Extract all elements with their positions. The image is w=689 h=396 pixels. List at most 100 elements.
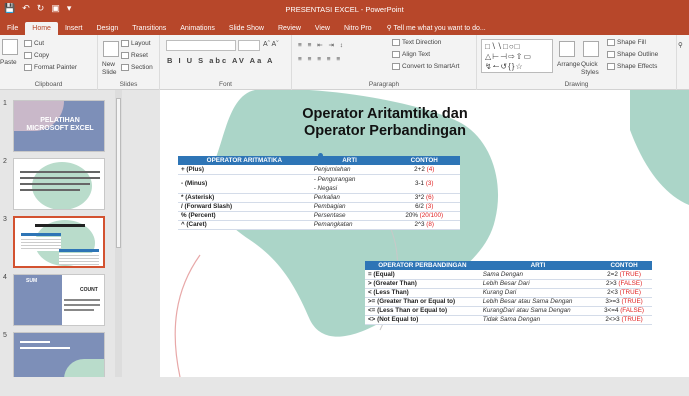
layout-button[interactable]: Layout: [121, 40, 151, 47]
paragraph-group: ≡ ≡ ⇤ ⇥ ↕ ≡ ≡ ≡ ≡ ≡ Text Direction Align…: [292, 35, 477, 90]
shape-effects-button[interactable]: Shape Effects: [607, 63, 657, 70]
slide-thumbnail-2[interactable]: [13, 158, 105, 210]
shapes-gallery[interactable]: □∖∖□○□ △⊢⊣⇨⇧▭ ↯↼↺{}☆: [481, 39, 553, 73]
copy-button[interactable]: Copy: [24, 52, 49, 59]
shape-outline-button[interactable]: Shape Outline: [607, 51, 658, 58]
example-cell: 2>3 (FALSE): [596, 279, 652, 289]
thumb-text-line: [20, 183, 90, 185]
meaning-cell: Tidak Sama Dengan: [479, 315, 597, 325]
list-buttons[interactable]: ≡ ≡ ⇤ ⇥ ↕: [298, 41, 345, 49]
font-size-select[interactable]: [238, 40, 260, 51]
example-cell: 2=2 (TRUE): [596, 270, 652, 280]
tab-nitro-pro[interactable]: Nitro Pro: [337, 22, 379, 35]
status-bar: [0, 377, 689, 396]
format-painter-button[interactable]: Format Painter: [24, 64, 77, 71]
tab-home[interactable]: Home: [25, 22, 58, 35]
font-size-buttons[interactable]: Aˆ Aˇ: [263, 41, 279, 48]
example-expression: 3-1: [414, 180, 426, 187]
drawing-label: Drawing: [564, 81, 589, 88]
table-row: - (Minus) - Pengurangan - Negasi 3-1 (3): [178, 174, 460, 194]
fill-icon: [607, 39, 615, 46]
operator-cell: % (Percent): [178, 211, 311, 221]
operator-cell: > (Greater Than): [365, 279, 480, 289]
example-result: (TRUE): [619, 270, 641, 278]
thumb-table-header: [59, 249, 99, 252]
slide-thumbnail-1[interactable]: PELATIHAN MICROSOFT EXCEL: [13, 100, 105, 152]
editing-group: ⚲: [677, 35, 689, 90]
reset-icon: [121, 52, 129, 59]
operator-cell: - (Minus): [178, 174, 311, 194]
example-expression: 2<>3: [605, 316, 622, 323]
tab-slide-show[interactable]: Slide Show: [222, 22, 271, 35]
tab-animations[interactable]: Animations: [173, 22, 222, 35]
font-name-select[interactable]: [166, 40, 236, 51]
thumb-text-line: [20, 177, 100, 179]
table-row: <= (Less Than or Equal to) KurangDari at…: [365, 306, 652, 316]
meaning-cell: Pemangkatan: [310, 220, 389, 230]
quick-styles-icon[interactable]: [583, 41, 599, 57]
tab-review[interactable]: Review: [271, 22, 308, 35]
operator-cell: + (Plus): [178, 165, 311, 175]
section-button[interactable]: Section: [121, 64, 153, 71]
header-operator: OPERATOR ARITMATIKA: [178, 156, 311, 165]
slide-title[interactable]: Operator Aritamtika dan Operator Perband…: [275, 106, 495, 140]
thumbnail-scrollbar[interactable]: [115, 90, 122, 396]
example-expression: 3*2: [414, 194, 426, 201]
tab-file[interactable]: File: [0, 22, 25, 35]
text-direction-button[interactable]: Text Direction: [392, 39, 441, 46]
thumb-text-line: [64, 299, 100, 301]
pink-arc-shape: [174, 254, 201, 377]
header-meaning: ARTI: [479, 261, 597, 270]
new-slide-button[interactable]: New Slide: [102, 61, 122, 77]
meaning-line: - Negasi: [313, 184, 338, 192]
arrange-button[interactable]: Arrange: [557, 61, 580, 68]
tab-view[interactable]: View: [308, 22, 337, 35]
arrange-icon[interactable]: [559, 41, 575, 57]
layout-label: Layout: [131, 40, 151, 48]
copy-label: Copy: [34, 52, 50, 60]
quick-styles-button[interactable]: Quick Styles: [581, 61, 603, 77]
tell-me-box[interactable]: ⚲ Tell me what you want to do...: [379, 22, 486, 35]
table-row: * (Asterisk) Perkalian 3*2 (6): [178, 193, 460, 203]
slide-thumbnail-3[interactable]: [13, 216, 105, 268]
example-expression: 2<3: [607, 289, 620, 296]
tab-design[interactable]: Design: [89, 22, 125, 35]
thumb-text-line: [20, 171, 100, 173]
paste-icon[interactable]: [2, 39, 18, 55]
slide-number: 5: [3, 332, 7, 339]
table-move-handle[interactable]: [318, 153, 323, 158]
operator-cell: ^ (Caret): [178, 220, 311, 230]
slide-canvas[interactable]: Operator Aritamtika dan Operator Perband…: [160, 90, 689, 377]
slide-thumbnail-4[interactable]: SUM COUNT: [13, 274, 105, 326]
paste-button[interactable]: Paste: [0, 59, 17, 66]
example-expression: 3>=3: [605, 298, 622, 305]
arithmetic-operators-table[interactable]: OPERATOR ARITMATIKA ARTI CONTOH + (Plus)…: [178, 156, 460, 230]
align-text-button[interactable]: Align Text: [392, 51, 430, 58]
operator-cell: = (Equal): [365, 270, 480, 280]
thumb-text-line: [20, 341, 50, 343]
font-label: Font: [218, 81, 232, 88]
tab-transitions[interactable]: Transitions: [125, 22, 173, 35]
header-example: CONTOH: [388, 156, 460, 165]
align-text-icon: [392, 51, 400, 58]
scrollbar-thumb[interactable]: [116, 98, 121, 248]
example-cell: 2<>3 (TRUE): [596, 315, 652, 325]
window-title: PRESENTASI EXCEL - PowerPoint: [285, 5, 404, 14]
example-result: (FALSE): [620, 307, 644, 314]
cut-button[interactable]: Cut: [24, 40, 44, 47]
new-slide-icon[interactable]: [103, 41, 119, 57]
convert-smartart-button[interactable]: Convert to SmartArt: [392, 63, 459, 70]
comparison-operators-table[interactable]: OPERATOR PERBANDINGAN ARTI CONTOH = (Equ…: [365, 261, 652, 325]
font-format-buttons[interactable]: B I U S abc AV Aa A: [167, 56, 274, 65]
paragraph-label: Paragraph: [368, 81, 400, 88]
reset-button[interactable]: Reset: [121, 52, 148, 59]
align-buttons[interactable]: ≡ ≡ ≡ ≡ ≡: [298, 56, 342, 63]
example-cell: 6/2 (3): [388, 202, 460, 212]
meaning-cell: Kurang Dari: [479, 288, 597, 298]
font-group: Aˆ Aˇ B I U S abc AV Aa A Font: [160, 35, 292, 90]
header-meaning: ARTI: [310, 156, 389, 165]
find-icon[interactable]: ⚲: [678, 41, 683, 49]
example-result: (3): [425, 180, 434, 187]
shape-fill-button[interactable]: Shape Fill: [607, 39, 646, 46]
tab-insert[interactable]: Insert: [58, 22, 90, 35]
